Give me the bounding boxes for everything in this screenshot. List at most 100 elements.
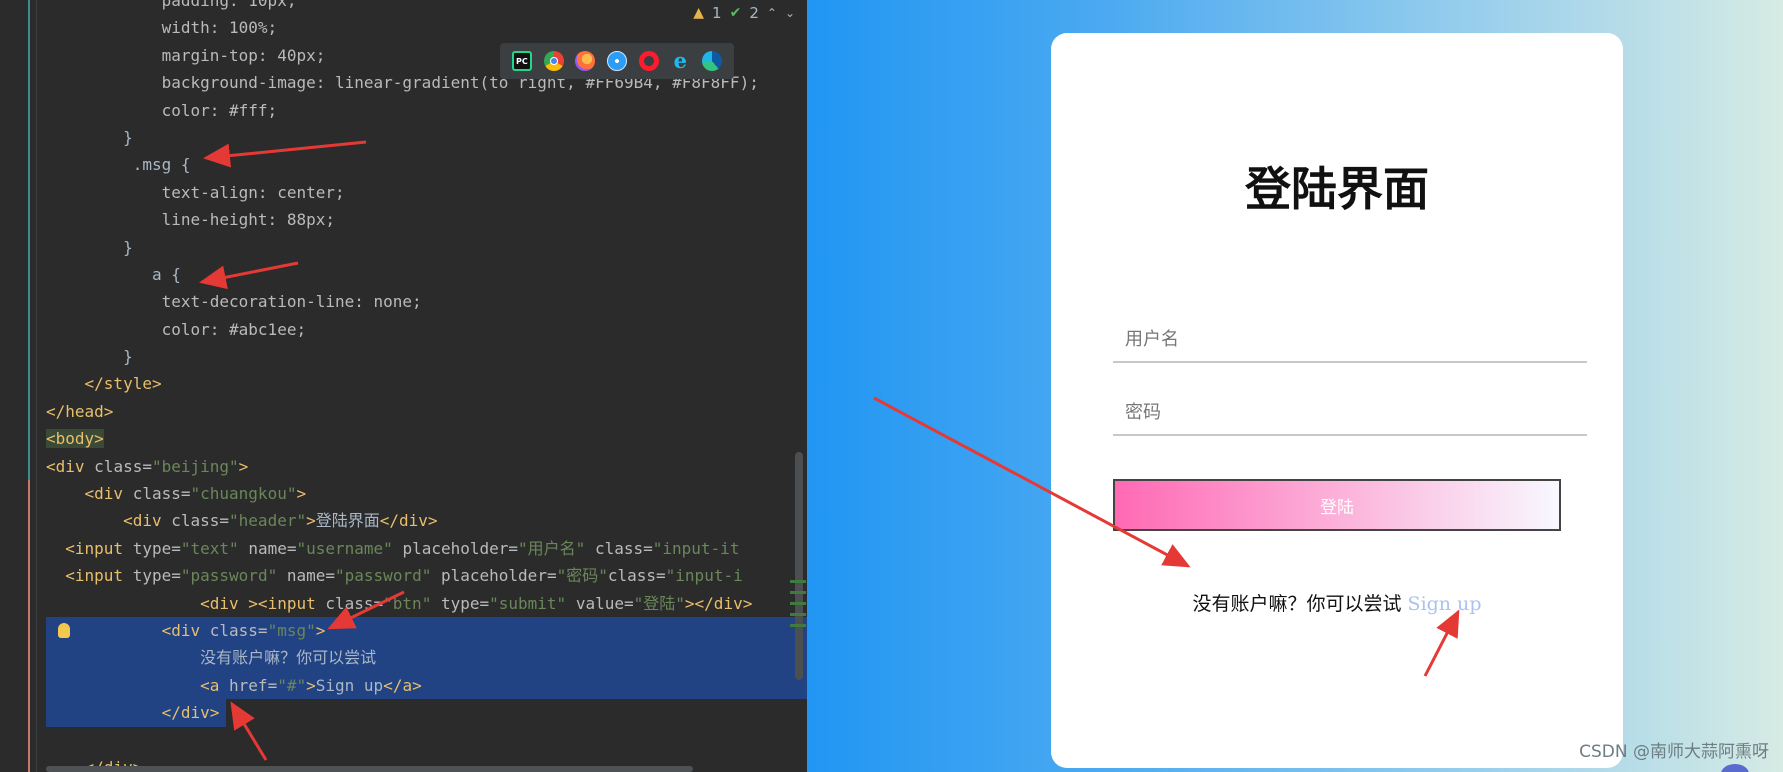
page-title: 登陆界面 <box>1245 162 1429 216</box>
code-token: "密码" <box>556 566 608 586</box>
code-token: line-height: 88px; <box>46 210 335 230</box>
code-line[interactable]: <div ><input class="btn" type="submit" v… <box>46 590 807 617</box>
edge-icon[interactable] <box>702 51 723 71</box>
signup-link[interactable]: Sign up <box>1408 593 1482 615</box>
code-token: href= <box>229 675 278 695</box>
code-line[interactable]: </style> <box>46 370 807 397</box>
lightbulb-icon[interactable] <box>58 623 70 638</box>
code-token: a { <box>46 264 181 284</box>
code-line[interactable]: line-height: 88px; <box>46 206 807 233</box>
code-token: } <box>46 347 133 367</box>
code-line[interactable]: color: #abc1ee; <box>46 316 807 343</box>
code-token: "btn" <box>383 593 441 613</box>
chevron-up-icon[interactable]: ⌃ <box>767 6 777 20</box>
scrollbar-markers <box>790 580 806 690</box>
ie-icon[interactable]: e <box>670 50 690 71</box>
code-line[interactable]: color: #fff; <box>46 97 807 124</box>
code-token: Sign up <box>315 675 384 695</box>
code-lines[interactable]: padding: 10px; width: 100%; margin-top: … <box>46 0 807 772</box>
code-line[interactable]: } <box>46 343 807 370</box>
code-token: .msg { <box>46 155 191 175</box>
code-token: } <box>46 127 133 147</box>
code-line[interactable]: } <box>46 234 807 261</box>
chrome-icon[interactable] <box>543 51 564 71</box>
code-line[interactable]: .msg { <box>46 151 807 178</box>
code-line[interactable]: </head> <box>46 398 807 425</box>
change-marker-modified <box>28 480 30 772</box>
code-token: <div <box>46 511 172 531</box>
code-line[interactable] <box>46 727 807 754</box>
opera-icon[interactable] <box>638 51 659 71</box>
code-line[interactable]: <body> <box>46 425 807 452</box>
code-token: "input-it <box>652 538 740 558</box>
code-token: <div <box>46 484 133 504</box>
code-token: "password" <box>335 566 441 586</box>
code-token: </div> <box>46 703 220 723</box>
code-token: width: 100%; <box>46 18 278 38</box>
code-line[interactable]: <div class="msg"> <box>46 616 807 645</box>
code-token: "header" <box>229 511 307 531</box>
browser-preview: 登陆界面 登陆 没有账户嘛？你可以尝试 Sign up CSDN @南师大蒜阿熏… <box>807 0 1783 772</box>
code-line[interactable]: <div class="beijing"> <box>46 453 807 480</box>
code-line[interactable]: 没有账户嘛？你可以尝试 <box>46 644 807 672</box>
password-input[interactable] <box>1113 390 1587 436</box>
code-token: <div <box>46 593 249 613</box>
username-input[interactable] <box>1113 317 1587 363</box>
code-token: value= <box>575 593 634 613</box>
code-line[interactable]: <a href="#">Sign up</a> <box>46 671 807 700</box>
code-token: 登陆界面 <box>315 511 380 531</box>
code-token: <a <box>46 675 230 695</box>
code-token: name= <box>248 538 297 558</box>
code-token: "username" <box>296 538 403 558</box>
code-line[interactable]: text-align: center; <box>46 179 807 206</box>
code-token: "password" <box>180 566 287 586</box>
code-token: "#" <box>277 675 307 695</box>
code-token: "submit" <box>489 593 576 613</box>
firefox-icon[interactable] <box>575 51 596 71</box>
code-token: color: #fff; <box>46 100 278 120</box>
code-token: class= <box>94 456 152 476</box>
check-count: 2 <box>749 4 759 22</box>
watermark: CSDN @南师大蒜阿熏呀 <box>1579 742 1769 762</box>
code-token: </a> <box>383 675 422 695</box>
code-token: placeholder= <box>402 538 519 558</box>
code-line[interactable]: <input type="password" name="password" p… <box>46 562 807 589</box>
code-token: > <box>238 456 249 476</box>
code-line[interactable]: </div> <box>46 699 226 727</box>
inspection-widget[interactable]: ▲ 1 ✔ 2 ⌃ ⌄ <box>693 2 795 24</box>
code-token: > <box>306 511 316 531</box>
code-token: text-decoration-line: none; <box>46 292 422 312</box>
code-token: class= <box>132 484 191 504</box>
code-token: type= <box>132 566 181 586</box>
code-editor[interactable]: padding: 10px; width: 100%; margin-top: … <box>0 0 807 772</box>
warning-icon: ▲ <box>693 5 705 21</box>
login-button[interactable]: 登陆 <box>1113 479 1561 531</box>
avatar <box>1721 764 1749 772</box>
code-token: ><input <box>248 593 326 613</box>
code-token: "beijing" <box>151 456 239 476</box>
code-token: color: #abc1ee; <box>46 319 307 339</box>
code-line[interactable]: a { <box>46 261 807 288</box>
code-token: name= <box>286 566 336 586</box>
code-token: </head> <box>46 401 114 421</box>
code-token: <div <box>46 456 95 476</box>
warning-count: 1 <box>712 4 722 22</box>
code-token: placeholder= <box>440 566 557 586</box>
code-line[interactable]: <input type="text" name="username" place… <box>46 535 807 562</box>
chevron-down-icon[interactable]: ⌄ <box>785 6 795 20</box>
horizontal-scrollbar[interactable] <box>46 766 693 772</box>
code-line[interactable]: <div class="header">登陆界面</div> <box>46 507 807 534</box>
code-token: <input <box>46 566 133 586</box>
code-token: > <box>315 620 326 640</box>
code-line[interactable]: text-decoration-line: none; <box>46 288 807 315</box>
code-token: class= <box>325 593 384 613</box>
safari-icon[interactable] <box>606 51 627 71</box>
code-token: class= <box>594 538 653 558</box>
code-token: <body> <box>46 429 104 449</box>
code-token: ></div> <box>684 593 753 613</box>
code-line[interactable]: } <box>46 124 807 151</box>
pycharm-icon[interactable]: PC <box>511 51 532 71</box>
code-line[interactable]: <div class="chuangkou"> <box>46 480 807 507</box>
code-token: "text" <box>180 538 249 558</box>
fold-gutter <box>36 0 37 772</box>
